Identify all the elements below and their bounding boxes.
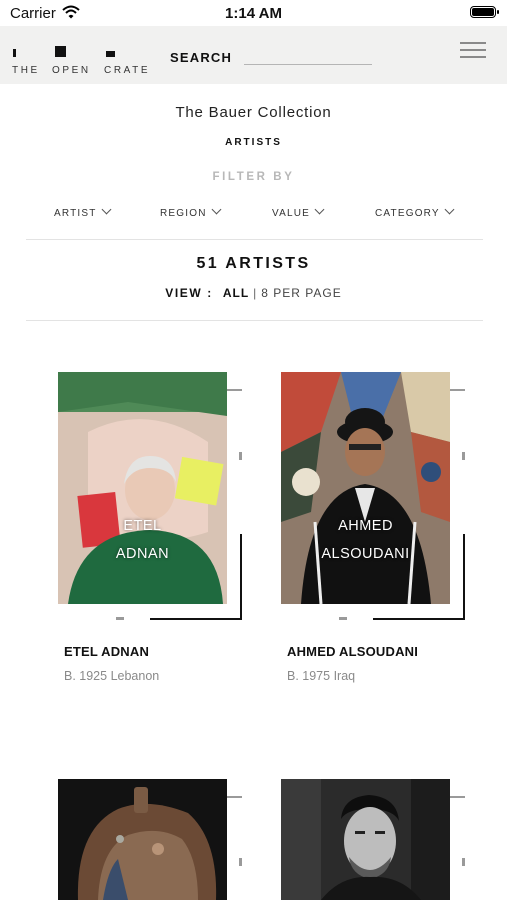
search-label[interactable]: SEARCH <box>170 50 232 65</box>
battery-icon <box>470 6 496 18</box>
logo-mark-3 <box>106 51 115 57</box>
section-label: ARTISTS <box>225 137 282 148</box>
card-frame-bottom <box>150 618 242 620</box>
artist-count: 51 ARTISTS <box>196 255 311 272</box>
card-frame-tick <box>116 617 124 620</box>
card-frame-right <box>240 534 242 620</box>
filter-value-label: VALUE <box>272 208 311 219</box>
artist-name[interactable]: ETEL ADNAN <box>64 644 149 659</box>
divider-bottom <box>26 320 483 321</box>
card-frame-tick <box>462 858 465 866</box>
artist-photo <box>58 779 227 900</box>
logo-mark-1 <box>13 49 16 57</box>
filter-by-label: FILTER BY <box>212 171 295 183</box>
filter-value-dropdown[interactable]: VALUE <box>272 204 325 219</box>
clock: 1:14 AM <box>225 5 282 22</box>
chevron-down-icon <box>211 204 222 215</box>
divider-top <box>26 239 483 240</box>
filter-region-dropdown[interactable]: REGION <box>160 204 222 219</box>
artist-name[interactable]: AHMED ALSOUDANI <box>287 644 418 659</box>
logo-word-open: OPEN <box>52 65 91 76</box>
card-overlay-line-1: AHMED <box>338 518 393 534</box>
collection-title: The Bauer Collection <box>175 104 332 121</box>
logo-mark-2 <box>55 46 66 57</box>
view-separator: | <box>253 286 258 300</box>
card-overlay-line-2: ALSOUDANI <box>321 546 410 562</box>
card-frame-tick <box>239 858 242 866</box>
artist-birth-origin: B. 1925 Lebanon <box>64 669 160 683</box>
battery-tip <box>497 10 499 14</box>
chevron-down-icon <box>444 204 455 215</box>
card-frame-right <box>463 534 465 620</box>
artist-photo <box>58 372 227 604</box>
chevron-down-icon <box>101 204 112 215</box>
app-header: THE OPEN CRATE SEARCH <box>0 26 507 84</box>
status-bar: Carrier 1:14 AM <box>0 0 507 26</box>
filter-region-label: REGION <box>160 208 207 219</box>
artist-photo <box>281 372 450 604</box>
view-label: VIEW : <box>165 286 213 300</box>
view-options: VIEW : ALL | 8 PER PAGE <box>0 286 507 300</box>
logo-word-crate: CRATE <box>104 65 151 76</box>
card-frame-tick <box>462 452 465 460</box>
view-all-option[interactable]: ALL <box>223 286 249 300</box>
card-overlay-line-1: ETEL <box>123 518 162 534</box>
card-frame-tick <box>239 452 242 460</box>
filter-artist-dropdown[interactable]: ARTIST <box>54 204 112 219</box>
search-input[interactable] <box>244 46 372 65</box>
filter-artist-label: ARTIST <box>54 208 97 219</box>
open-crate-logo[interactable]: THE OPEN CRATE <box>12 36 157 76</box>
artist-photo <box>281 779 450 900</box>
view-per-page-option[interactable]: 8 PER PAGE <box>261 286 341 300</box>
card-frame-tick <box>339 617 347 620</box>
card-overlay-line-2: ADNAN <box>115 546 170 562</box>
filter-category-label: CATEGORY <box>375 208 440 219</box>
chevron-down-icon <box>314 204 325 215</box>
filter-category-dropdown[interactable]: CATEGORY <box>375 204 455 219</box>
logo-word-the: THE <box>12 65 40 76</box>
hamburger-menu-icon[interactable] <box>460 40 486 60</box>
artist-birth-origin: B. 1975 Iraq <box>287 669 356 683</box>
card-frame-bottom <box>373 618 465 620</box>
